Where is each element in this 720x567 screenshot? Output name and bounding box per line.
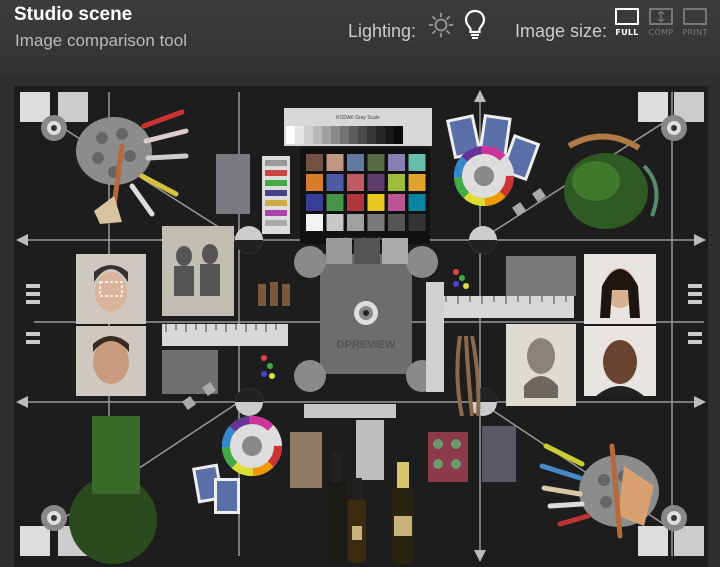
checker-patch [408,194,426,211]
size-print-label: PRINT [682,28,708,37]
checker-patch [367,154,385,171]
checker-patch [306,214,323,231]
dpreview-watermark: DPREVIEW [337,339,396,351]
checker-patch [326,154,344,171]
lightbulb-icon[interactable] [464,9,486,41]
checker-patch [408,154,426,171]
compare-icon [649,8,673,25]
checker-patch [367,214,385,231]
checker-patch [306,194,323,211]
checker-patch [347,214,364,231]
checker-patch [388,154,405,171]
lighting-label: Lighting: [348,21,417,41]
color-wheel-top [454,146,514,206]
page-title: Studio scene [14,4,133,25]
checker-patch [347,194,364,211]
checker-patch [306,154,323,171]
size-full-label: FULL [615,28,639,37]
checker-patch [347,154,364,171]
size-comp-button[interactable]: COMP [646,8,676,37]
checker-patch [306,174,323,191]
checker-patch [326,174,344,191]
image-viewer[interactable]: KODAK Gray Scale X-Rite ColorChecker Cla… [0,76,720,567]
scene-graphic: KODAK Gray Scale X-Rite ColorChecker Cla… [14,86,708,567]
size-print-button[interactable]: PRINT [680,8,710,37]
sun-icon[interactable] [428,12,454,38]
checker-patch [367,174,385,191]
checker-patch [326,194,344,211]
size-full-button[interactable]: FULL [612,8,642,37]
page-subtitle: Image comparison tool [15,31,187,50]
color-wheel-bottom [222,416,282,476]
checker-patch [388,174,405,191]
gray-card-text: KODAK Gray Scale [336,115,380,121]
studio-scene-image[interactable]: KODAK Gray Scale X-Rite ColorChecker Cla… [14,86,708,567]
app-header: Studio scene Image comparison tool Light… [0,0,720,76]
size-comp-label: COMP [648,28,674,37]
checker-patch [326,214,344,231]
checker-patch [408,214,426,231]
checker-patch [408,174,426,191]
checker-patch [347,174,364,191]
print-size-icon [683,8,707,25]
checker-patch [388,194,405,211]
checker-patch [388,214,405,231]
checker-patch [367,194,385,211]
full-frame-icon [615,8,639,25]
image-size-label: Image size: [515,21,608,41]
